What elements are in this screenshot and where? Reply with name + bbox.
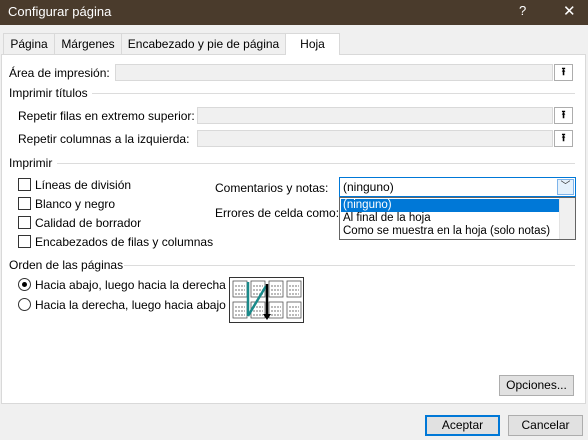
cols-repeat-field[interactable]: [197, 130, 553, 147]
cols-collapse-button[interactable]: ⭱: [554, 130, 573, 147]
tab-strip: Página Márgenes Encabezado y pie de pági…: [0, 33, 588, 55]
down-then-over-label: Hacia abajo, luego hacia la derecha: [35, 278, 226, 292]
comments-dropdown-list: (ninguno) Al final de la hoja Como se mu…: [339, 197, 576, 240]
divider: [92, 93, 575, 94]
options-button[interactable]: Opciones...: [499, 375, 574, 396]
comments-select[interactable]: (ninguno) ﹀: [339, 177, 576, 197]
tab-pagina[interactable]: Página: [3, 33, 55, 54]
tab-encabezado[interactable]: Encabezado y pie de página: [121, 33, 286, 54]
over-then-down-radio[interactable]: [18, 298, 31, 311]
tab-hoja[interactable]: Hoja: [285, 33, 340, 55]
page-order-heading: Orden de las páginas: [9, 258, 124, 272]
comments-label: Comentarios y notas:: [215, 181, 329, 195]
blackwhite-label: Blanco y negro: [35, 197, 116, 211]
dropdown-option[interactable]: Como se muestra en la hoja (solo notas): [341, 225, 560, 238]
print-titles-heading: Imprimir títulos: [9, 86, 88, 100]
dropdown-option[interactable]: Al final de la hoja: [341, 212, 560, 225]
blackwhite-checkbox[interactable]: [18, 197, 31, 210]
gridlines-label: Líneas de división: [35, 178, 132, 192]
headings-label: Encabezados de filas y columnas: [35, 235, 214, 249]
collapse-arrow-icon: ⭱: [561, 109, 566, 121]
print-heading: Imprimir: [9, 156, 53, 170]
title-bar: Configurar página ? ✕: [0, 0, 588, 25]
down-then-over-radio[interactable]: [18, 278, 31, 291]
divider: [57, 163, 575, 164]
help-button[interactable]: ?: [519, 3, 526, 18]
draft-quality-label: Calidad de borrador: [35, 216, 142, 230]
print-area-field[interactable]: [115, 64, 553, 81]
cell-errors-label: Errores de celda como:: [215, 206, 340, 220]
close-button[interactable]: ✕: [563, 2, 576, 20]
collapse-arrow-icon: ⭱: [561, 132, 566, 144]
chevron-down-icon[interactable]: ﹀: [557, 179, 574, 195]
print-area-label: Área de impresión:: [9, 66, 110, 80]
collapse-arrow-icon: ⭱: [561, 66, 566, 78]
print-area-collapse-button[interactable]: ⭱: [554, 64, 573, 81]
gridlines-checkbox[interactable]: [18, 178, 31, 191]
dropdown-option[interactable]: (ninguno): [341, 199, 560, 212]
cancel-button[interactable]: Cancelar: [508, 415, 583, 436]
divider: [124, 265, 575, 266]
over-then-down-label: Hacia la derecha, luego hacia abajo: [35, 298, 226, 312]
dropdown-scrollbar[interactable]: [559, 198, 575, 239]
rows-repeat-label: Repetir filas en extremo superior:: [18, 109, 195, 123]
cols-repeat-label: Repetir columnas a la izquierda:: [18, 132, 190, 146]
page-order-preview-icon: [229, 277, 304, 323]
rows-collapse-button[interactable]: ⭱: [554, 107, 573, 124]
rows-repeat-field[interactable]: [197, 107, 553, 124]
window-title: Configurar página: [8, 4, 112, 19]
accept-button[interactable]: Aceptar: [425, 415, 500, 436]
tab-margenes[interactable]: Márgenes: [54, 33, 122, 54]
headings-checkbox[interactable]: [18, 235, 31, 248]
draft-quality-checkbox[interactable]: [18, 216, 31, 229]
comments-select-value: (ninguno): [343, 180, 394, 194]
